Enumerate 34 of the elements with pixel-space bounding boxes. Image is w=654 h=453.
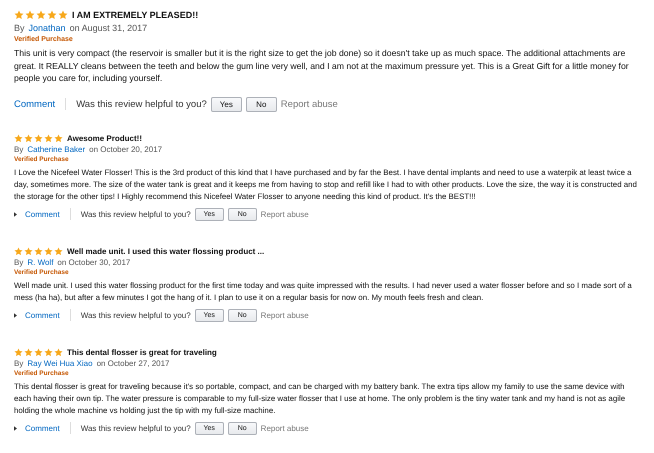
caret-icon	[14, 312, 17, 318]
by-label: By	[14, 358, 24, 368]
review-title: Well made unit. I used this water flossing product ...	[67, 246, 264, 256]
review-date: on August 31, 2017	[70, 23, 148, 33]
report-abuse-link[interactable]: Report abuse	[260, 310, 309, 320]
author-link[interactable]: Catherine Baker	[27, 144, 86, 154]
comment-link[interactable]: Comment	[25, 210, 60, 218]
comment-link[interactable]: Comment	[25, 310, 60, 320]
author-link[interactable]: Ray Wei Hua Xiao	[27, 358, 93, 368]
review-text: This unit is very compact (the reservoir is smaller but it is the right size to get the job done) so it doesn't take up as much space. The additional attachments are great. It REALLY cleans between the teeth and below the gum line very well, and I am not at the maximum pressure yet. This is a Great Gift for a little money for people you care for, including yourself.	[14, 47, 630, 84]
review-date: on October 27, 2017	[96, 358, 170, 368]
caret-icon	[14, 426, 17, 430]
report-abuse-link[interactable]: Report abuse	[260, 210, 309, 218]
by-label: By	[14, 258, 24, 266]
helpful-question: Was this review helpful to you?	[76, 98, 207, 110]
review-title: I AM EXTREMELY PLEASED!!	[72, 10, 198, 20]
no-button[interactable]: No	[246, 96, 277, 112]
review-date: on October 30, 2017	[57, 258, 130, 266]
yes-button[interactable]: Yes	[210, 96, 242, 112]
author-link[interactable]: R. Wolf	[27, 258, 54, 266]
author-link[interactable]: Jonathan	[28, 23, 66, 33]
report-abuse-link[interactable]: Report abuse	[280, 98, 338, 110]
review-title: Awesome Product!!	[67, 134, 142, 142]
review-date: on October 20, 2017	[89, 144, 162, 154]
caret-icon	[14, 212, 17, 216]
by-label: By	[14, 23, 25, 33]
review-title: This dental flosser is great for traveling	[67, 348, 217, 356]
helpful-question: Was this review helpful to you?	[80, 424, 191, 432]
report-abuse-link[interactable]: Report abuse	[260, 424, 309, 432]
by-label: By	[14, 144, 24, 154]
helpful-question: Was this review helpful to you?	[80, 210, 191, 218]
comment-link[interactable]: Comment	[14, 98, 56, 110]
helpful-question: Was this review helpful to you?	[80, 310, 191, 320]
comment-link[interactable]: Comment	[25, 424, 60, 432]
